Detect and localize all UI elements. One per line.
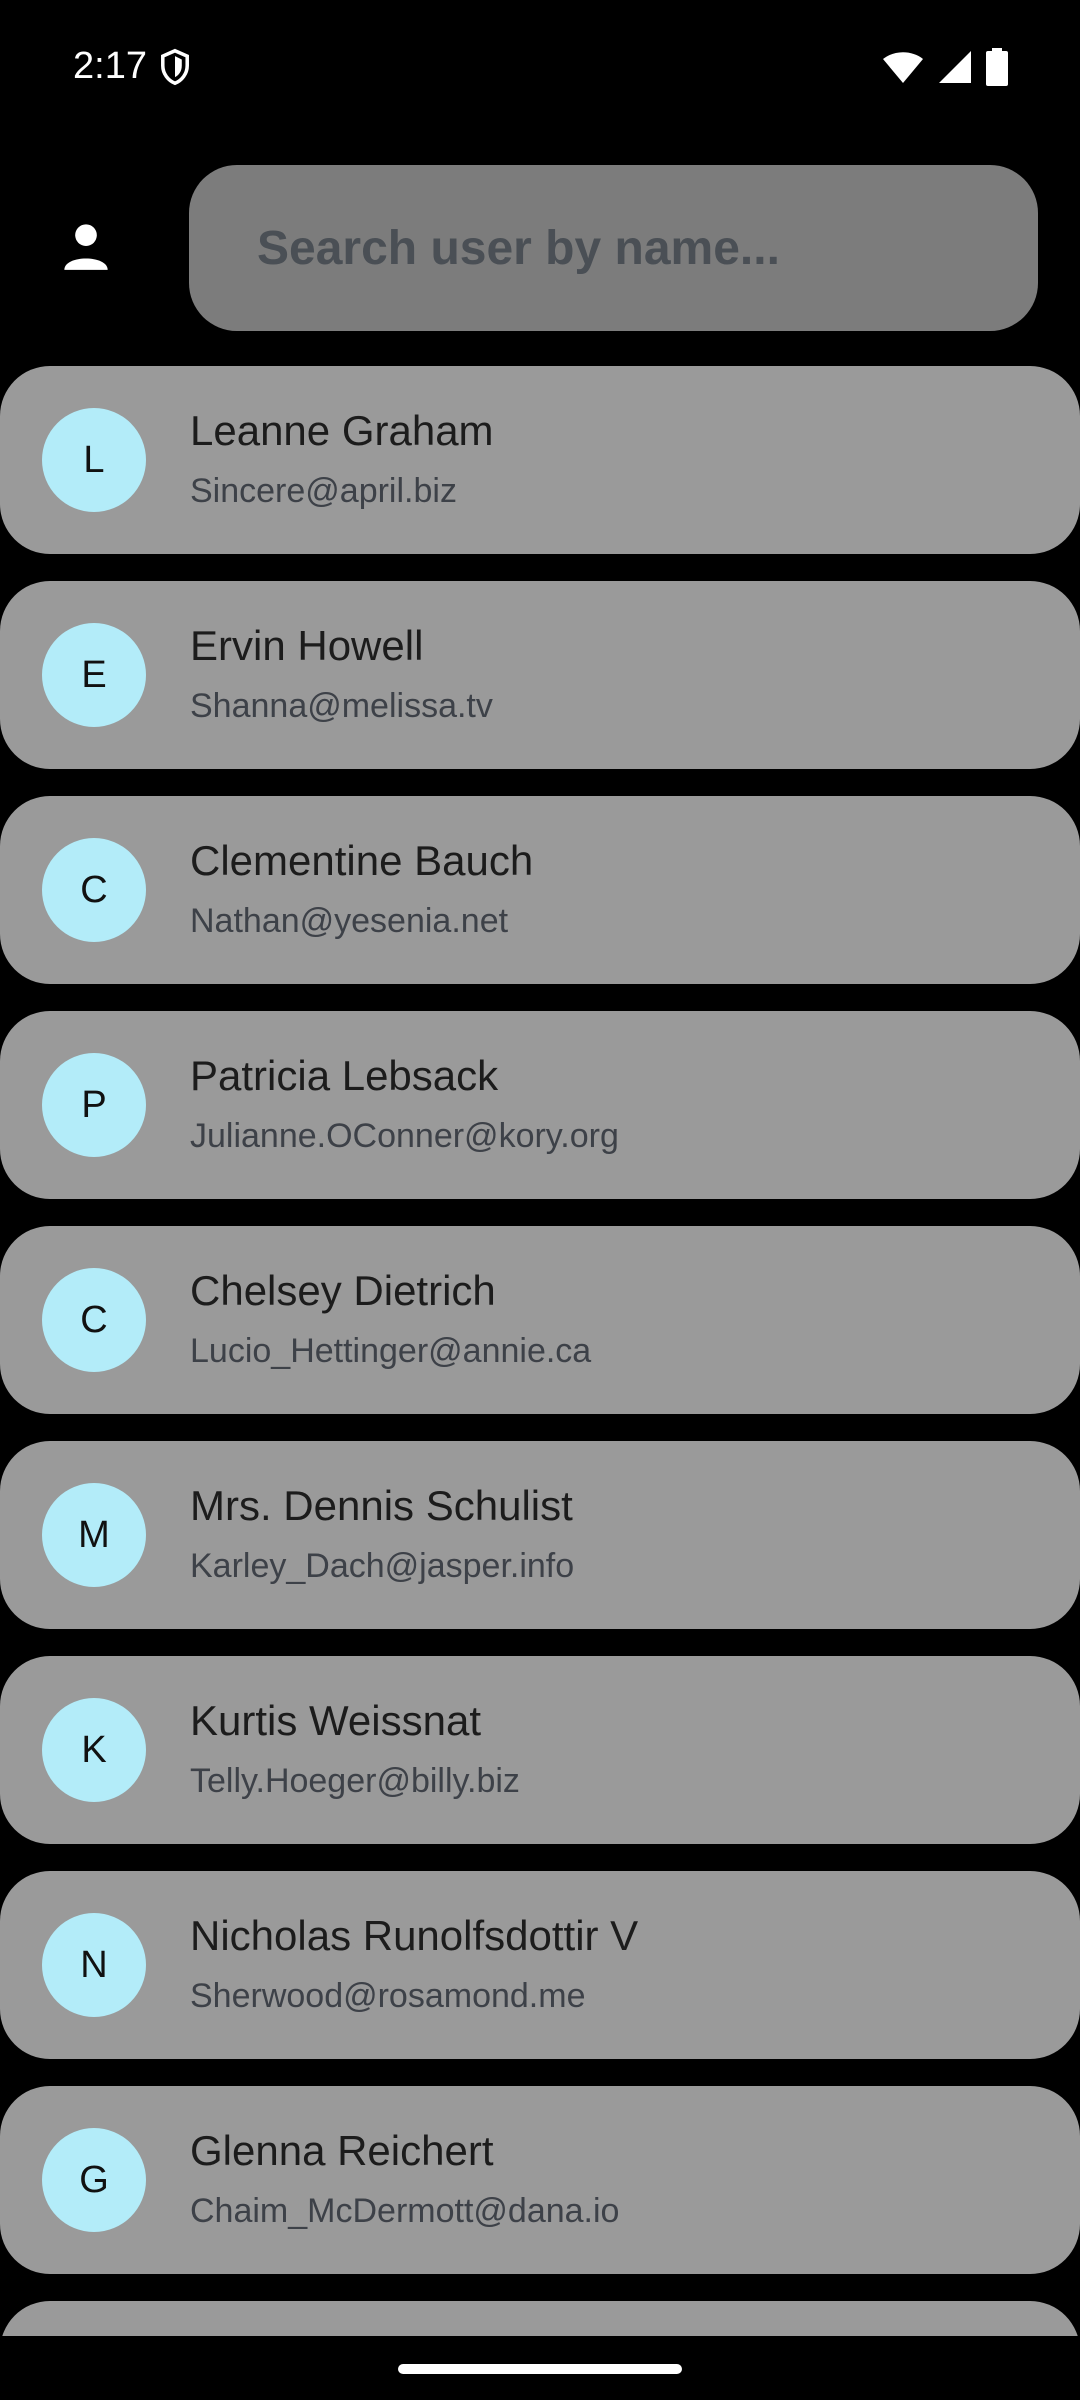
user-email: Karley_Dach@jasper.info xyxy=(190,1547,575,1585)
user-list-item[interactable]: K Kurtis Weissnat Telly.Hoeger@billy.biz xyxy=(0,1656,1080,1844)
user-name: Mrs. Dennis Schulist xyxy=(190,1482,573,1529)
avatar: E xyxy=(42,623,146,727)
user-email: Sincere@april.biz xyxy=(190,472,457,510)
user-list-item[interactable]: N Nicholas Runolfsdottir V Sherwood@rosamo… xyxy=(0,1871,1080,2059)
user-email: Telly.Hoeger@billy.biz xyxy=(190,1762,520,1800)
avatar: M xyxy=(42,1483,146,1587)
avatar: L xyxy=(42,408,146,512)
user-name: Patricia Lebsack xyxy=(190,1052,499,1099)
user-list-item[interactable]: C Chelsey Dietrich Lucio_Hettinger@annie.c… xyxy=(0,1226,1080,1414)
wifi-icon xyxy=(883,52,923,83)
user-email: Sherwood@rosamond.me xyxy=(190,1977,586,2015)
screen: 2:17 L Leanne Graham Sincere@april.biz E Erv… xyxy=(0,0,1080,2400)
user-name: Glenna Reichert xyxy=(190,2127,494,2174)
user-list-item-partial[interactable] xyxy=(0,2301,1080,2336)
status-icons xyxy=(882,48,1008,86)
user-name: Ervin Howell xyxy=(190,622,424,669)
user-name: Nicholas Runolfsdottir V xyxy=(190,1912,639,1959)
person-icon[interactable] xyxy=(60,220,112,272)
cellular-signal-icon xyxy=(939,51,971,83)
user-list-item[interactable]: G Glenna Reichert Chaim_McDermott@dana.io xyxy=(0,2086,1080,2274)
user-list-item[interactable]: M Mrs. Dennis Schulist Karley_Dach@jasper.… xyxy=(0,1441,1080,1629)
avatar: C xyxy=(42,838,146,942)
avatar: C xyxy=(42,1268,146,1372)
search-input[interactable] xyxy=(255,219,1038,277)
battery-icon xyxy=(986,48,1008,86)
home-indicator[interactable] xyxy=(398,2364,682,2374)
user-name: Leanne Graham xyxy=(190,407,494,454)
user-name: Chelsey Dietrich xyxy=(190,1267,496,1314)
avatar: P xyxy=(42,1053,146,1157)
user-list[interactable]: L Leanne Graham Sincere@april.biz E Ervin Ho… xyxy=(0,366,1080,2336)
shield-icon xyxy=(161,48,189,86)
user-email: Lucio_Hettinger@annie.ca xyxy=(190,1332,592,1370)
avatar: N xyxy=(42,1913,146,2017)
user-list-item[interactable]: L Leanne Graham Sincere@april.biz xyxy=(0,366,1080,554)
user-email: Julianne.OConner@kory.org xyxy=(190,1117,619,1155)
user-name: Clementine Bauch xyxy=(190,837,534,884)
avatar: G xyxy=(42,2128,146,2232)
user-email: Nathan@yesenia.net xyxy=(190,902,509,940)
avatar: K xyxy=(42,1698,146,1802)
status-bar: 2:17 xyxy=(0,0,1080,130)
search-bar[interactable] xyxy=(189,165,1038,331)
user-list-item[interactable]: C Clementine Bauch Nathan@yesenia.net xyxy=(0,796,1080,984)
user-email: Shanna@melissa.tv xyxy=(190,687,493,725)
user-list-item[interactable]: E Ervin Howell Shanna@melissa.tv xyxy=(0,581,1080,769)
user-email: Chaim_McDermott@dana.io xyxy=(190,2192,620,2230)
user-name: Kurtis Weissnat xyxy=(190,1697,481,1744)
user-list-item[interactable]: P Patricia Lebsack Julianne.OConner@kory.o… xyxy=(0,1011,1080,1199)
status-time: 2:17 xyxy=(73,45,147,87)
